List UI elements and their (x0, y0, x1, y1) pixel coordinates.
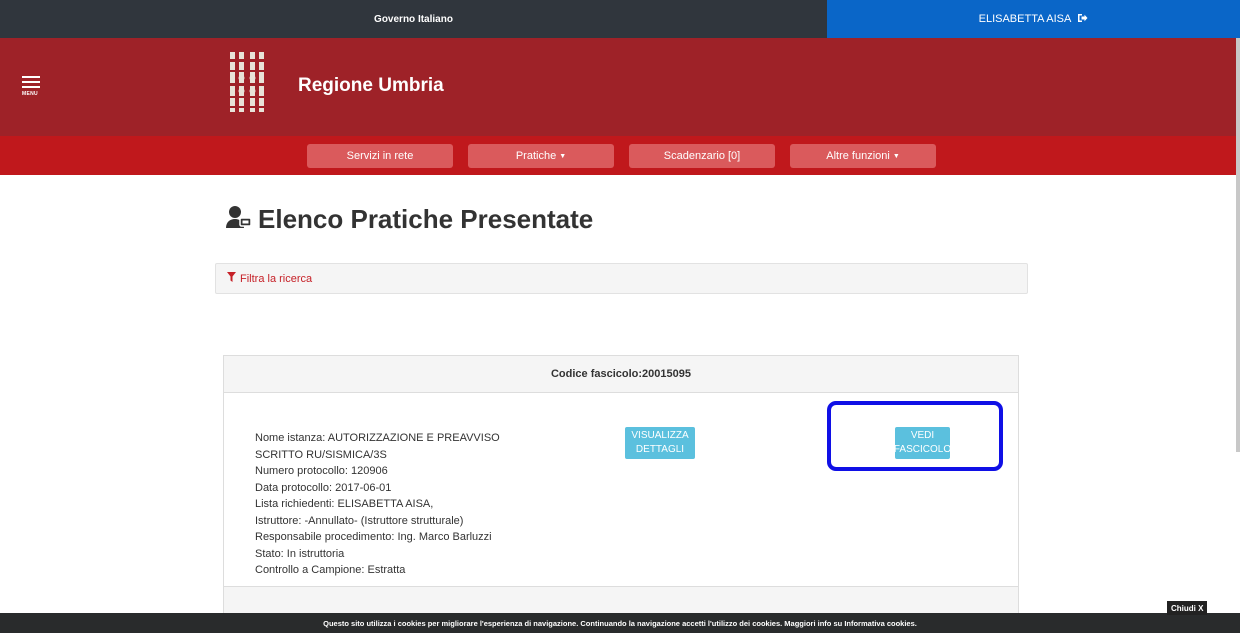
cookie-policy-link[interactable]: Informativa cookies (844, 619, 914, 628)
top-bar: Governo Italiano ELISABETTA AISA (0, 0, 1240, 38)
detail-line: Stato: In istruttoria (255, 547, 345, 560)
detail-line: SCRITTO RU/SISMICA/3S (255, 448, 387, 461)
nav-label: Servizi in rete (346, 150, 414, 162)
detail-line: Data protocollo: 2017-06-01 (255, 481, 392, 494)
sign-in-icon (1077, 13, 1088, 26)
filter-label: Filtra la ricerca (240, 272, 313, 285)
filter-panel-toggle[interactable]: Filtra la ricerca (215, 263, 1028, 294)
site-header: MENU Regione Umbria (0, 38, 1240, 136)
detail-line: Responsabile procedimento: Ing. Marco Ba… (255, 531, 492, 543)
filter-icon (227, 272, 236, 285)
page-title: Elenco Pratiche Presentate (226, 204, 593, 235)
detail-line: Lista richiedenti: ELISABETTA AISA, (255, 498, 434, 510)
regione-logo[interactable] (228, 50, 266, 114)
codice-fascicolo: Codice fascicolo:20015095 (550, 368, 692, 380)
vedi-fascicolo-button[interactable]: VEDI FASCICOLO (894, 427, 951, 459)
detail-line: Istruttore: -Annullato- (Istruttore stru… (255, 514, 464, 527)
nav-servizi-in-rete[interactable]: Servizi in rete (307, 144, 453, 168)
gov-link[interactable]: Governo Italiano (0, 0, 827, 38)
page-title-text: Elenco Pratiche Presentate (258, 204, 594, 234)
nav-label: Pratiche (515, 150, 557, 162)
visualizza-dettagli-button[interactable]: VISUALIZZA DETTAGLI (625, 427, 695, 459)
menu-label: MENU (22, 91, 38, 97)
card-header: Codice fascicolo:20015095 (224, 356, 1018, 393)
card-details: Nome istanza: AUTORIZZAZIONE E PREAVVISO… (255, 430, 535, 579)
nav-label: Altre funzioni (826, 150, 890, 162)
main-nav: Servizi in rete Pratiche ▼ Scadenzario [… (0, 136, 1240, 175)
pratica-card: Codice fascicolo:20015095 Nome istanza: … (223, 355, 1019, 625)
page-scrollbar[interactable] (1236, 38, 1240, 452)
user-name: ELISABETTA AISA (978, 13, 1072, 25)
hamburger-icon (22, 76, 40, 78)
caret-down-icon: ▼ (892, 152, 900, 160)
nav-pratiche[interactable]: Pratiche ▼ (468, 144, 614, 168)
detail-line: Numero protocollo: 120906 (255, 465, 388, 477)
nav-scadenzario[interactable]: Scadenzario [0] (629, 144, 775, 168)
brand-title[interactable]: Regione Umbria (298, 75, 444, 97)
detail-line: Controllo a Campione: Estratta (255, 564, 406, 576)
nav-label: Scadenzario [0] (663, 150, 741, 162)
caret-down-icon: ▼ (559, 152, 567, 160)
menu-button[interactable]: MENU (22, 76, 42, 97)
nav-altre-funzioni[interactable]: Altre funzioni ▼ (790, 144, 936, 168)
gov-label: Governo Italiano (374, 13, 453, 25)
cookie-banner: Questo sito utilizza i cookies per migli… (0, 613, 1240, 633)
detail-line: Nome istanza: AUTORIZZAZIONE E PREAVVISO (255, 432, 500, 444)
user-login-button[interactable]: ELISABETTA AISA (827, 0, 1240, 38)
cookie-text: Questo sito utilizza i cookies per migli… (323, 618, 843, 628)
user-card-icon (226, 205, 252, 234)
cookie-close-button[interactable]: Chiudi X (1167, 601, 1208, 615)
